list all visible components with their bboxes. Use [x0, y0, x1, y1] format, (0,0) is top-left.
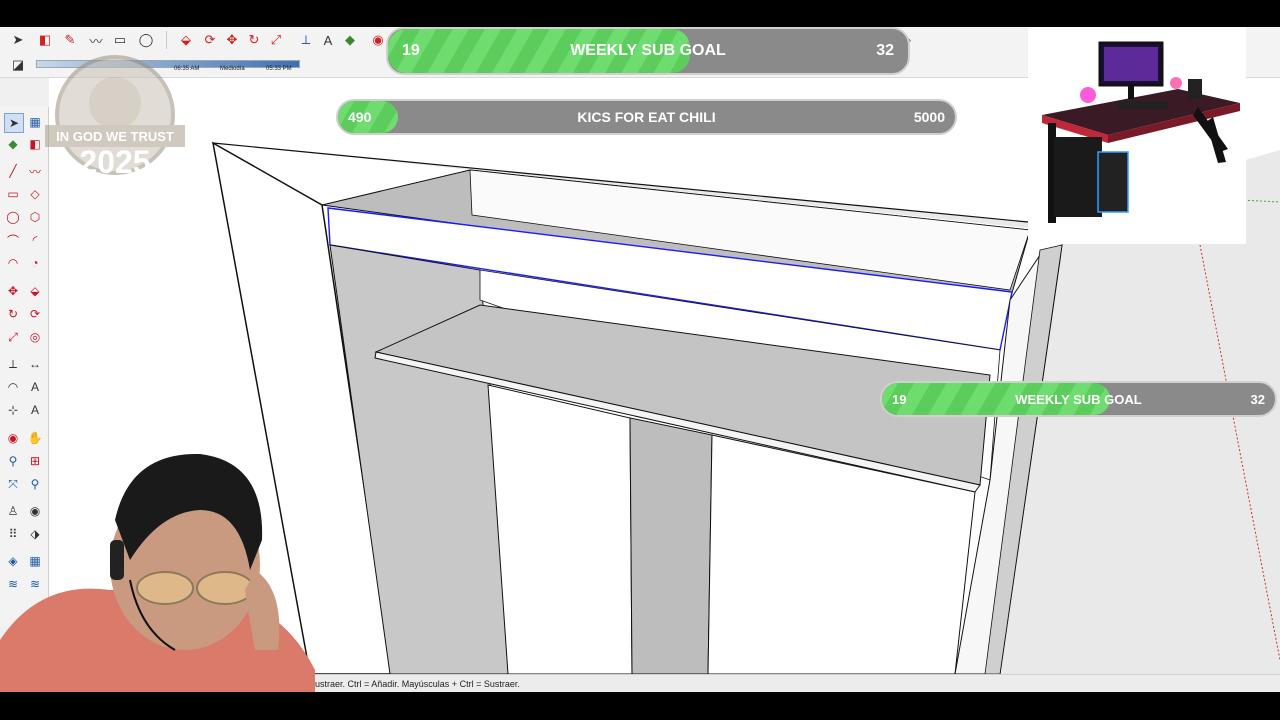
line-tool-icon[interactable]: ✎: [60, 30, 80, 50]
weekly-sub-goal-top: 19 WEEKLY SUB GOAL 32: [386, 27, 910, 75]
sub-goal-top-title: WEEKLY SUB GOAL: [570, 42, 726, 59]
polygon-icon[interactable]: ⬡: [26, 208, 44, 226]
gaming-desk-image: [1028, 27, 1246, 244]
select-icon[interactable]: ➤: [4, 113, 24, 133]
freehand-tool-icon[interactable]: 〰: [86, 30, 106, 50]
line-icon[interactable]: ╱: [4, 162, 22, 180]
kicks-goal-title: KICS FOR EAT CHILI: [577, 109, 716, 125]
arc-icon[interactable]: ⌒: [4, 231, 22, 249]
dimension-icon[interactable]: ↔: [26, 355, 44, 373]
seal-text: IN GOD WE TRUST: [56, 129, 174, 144]
eraser-tool-icon[interactable]: ◧: [35, 30, 55, 50]
rectangle-icon[interactable]: ▭: [4, 185, 22, 203]
in-god-we-trust-seal: IN GOD WE TRUST 2025: [40, 55, 190, 195]
protractor-icon[interactable]: ◠: [4, 378, 22, 396]
tape-measure-icon-2[interactable]: ⟂: [4, 355, 22, 373]
tape-measure-icon[interactable]: ⟂: [296, 30, 316, 50]
axes-icon[interactable]: ⊹: [4, 401, 22, 419]
shadow-time-mid: Mediodía: [220, 66, 245, 72]
three-point-arc-icon[interactable]: ◠: [4, 254, 22, 272]
shadow-time-right: 05:33 PM: [266, 66, 292, 72]
move-tool-icon[interactable]: ✥: [222, 30, 242, 50]
rotate-tool-icon[interactable]: ↻: [244, 30, 264, 50]
rotate-icon[interactable]: ↻: [4, 305, 22, 323]
top-letterbox: [0, 0, 1280, 27]
sub-goal-right-end: 32: [1250, 391, 1265, 407]
select-tool-icon[interactable]: ➤: [8, 30, 28, 50]
orbit-tool-icon[interactable]: ◉: [368, 30, 388, 50]
push-pull-icon[interactable]: ⬙: [26, 282, 44, 300]
push-pull-tool-icon[interactable]: ⬙: [176, 30, 196, 50]
3d-text-icon[interactable]: A: [26, 401, 44, 419]
divider-panel: [629, 417, 713, 674]
follow-me-icon[interactable]: ⟳: [26, 305, 44, 323]
paint-bucket-icon[interactable]: ◆: [340, 30, 360, 50]
circle-tool-icon[interactable]: ◯: [136, 30, 156, 50]
scale-icon[interactable]: ⤢: [4, 328, 22, 346]
circle-icon[interactable]: ◯: [4, 208, 22, 226]
two-point-arc-icon[interactable]: ◜: [26, 231, 44, 249]
status-hint: ustraer. Ctrl = Añadir. Mayúsculas + Ctr…: [315, 679, 520, 689]
sub-goal-top-end: 32: [876, 42, 894, 59]
paint-icon[interactable]: ◆: [4, 135, 22, 153]
kicks-goal-end: 5000: [913, 109, 945, 125]
lower-left-compartment: [487, 384, 633, 674]
dimension-tool-icon[interactable]: A: [318, 30, 338, 50]
move-icon[interactable]: ✥: [4, 282, 22, 300]
offset-icon[interactable]: ◎: [26, 328, 44, 346]
kicks-goal-bar: 490 KICS FOR EAT CHILI 5000: [336, 99, 957, 135]
text-icon[interactable]: A: [26, 378, 44, 396]
seal-year: 2025: [79, 144, 150, 180]
bottom-letterbox: [0, 692, 1280, 720]
follow-me-tool-icon[interactable]: ⟳: [200, 30, 220, 50]
streamer-webcam: [0, 440, 315, 692]
pie-icon[interactable]: ◔: [26, 254, 44, 272]
rectangle-tool-icon[interactable]: ▭: [110, 30, 130, 50]
sub-goal-right-title: WEEKLY SUB GOAL: [1015, 391, 1142, 407]
scale-tool-icon[interactable]: ⤢: [266, 30, 286, 50]
weekly-sub-goal-right: 19 WEEKLY SUB GOAL 32: [880, 381, 1277, 417]
shadow-toggle-icon[interactable]: ◪: [8, 55, 28, 75]
